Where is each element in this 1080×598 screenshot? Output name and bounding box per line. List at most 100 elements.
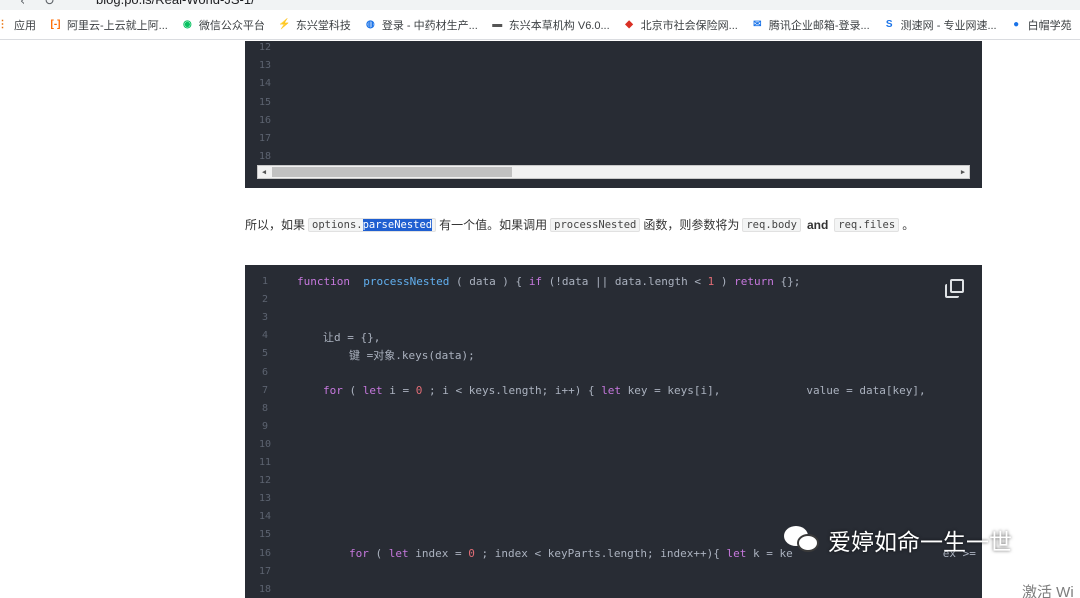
code-line-5: 键 =对象.keys(data);: [349, 349, 475, 362]
bolt-icon: ⚡: [278, 19, 291, 30]
shield-red-icon: ◆: [625, 19, 633, 30]
wechat-watermark: 爱婷如命一生一世: [784, 523, 1012, 557]
line-number: 13: [258, 493, 272, 505]
code-line-1: function processNested ( data ) { if (!d…: [297, 275, 800, 288]
token-plain: index =: [408, 547, 469, 560]
line-number: 18: [258, 583, 272, 595]
bookmark-label: 白帽学苑: [1027, 19, 1072, 32]
bookmark-label: 微信公众平台: [198, 19, 265, 32]
token-plain: ( data ) {: [449, 275, 529, 288]
inline-code-part: options.: [312, 218, 363, 231]
token-plain: ; index < keyParts.length; index++){: [474, 547, 727, 560]
reload-icon[interactable]: ↻: [44, 0, 55, 9]
para-and: and: [806, 217, 829, 232]
inline-code-req-body: req.body: [742, 217, 801, 232]
line-number: 11: [258, 457, 272, 468]
line-number: 8: [261, 402, 269, 414]
hat-icon: ●: [1013, 19, 1020, 30]
bookmark-item[interactable]: ◉ 微信公众平台: [181, 10, 265, 39]
copy-icon-back: [945, 284, 959, 298]
line-number: 15: [258, 529, 272, 541]
inline-code-options: options.parseNested: [308, 217, 437, 232]
token-keyword: let: [362, 384, 383, 397]
line-number: 14: [259, 78, 272, 90]
line-number: 13: [259, 60, 272, 72]
horizontal-scrollbar[interactable]: ◀ ▶: [257, 165, 970, 179]
brand-icon: ▬: [492, 19, 503, 30]
bookmark-label: 东兴堂科技: [295, 19, 351, 32]
address-bar[interactable]: ‹ ↻ blog.po.is/Real-World-JS-1/: [0, 0, 1080, 10]
bookmark-item[interactable]: ◍ 登录 - 中药材生产...: [364, 10, 478, 39]
token-plain: (: [342, 384, 363, 397]
selected-text: parseNested: [362, 218, 433, 231]
bookmark-item[interactable]: ✉ 腾讯企业邮箱-登录...: [751, 10, 870, 39]
bookmark-label: 东兴本草机构 V6.0...: [508, 19, 610, 32]
bookmark-label: 登录 - 中药材生产...: [381, 19, 478, 32]
scroll-right-arrow-icon[interactable]: ▶: [957, 166, 969, 178]
article-paragraph: 所以，如果 options.parseNested 有一个值。如果调用 proc…: [245, 216, 914, 233]
inline-code-processnested: processNested: [550, 217, 641, 232]
line-number: 12: [258, 475, 272, 487]
url-text[interactable]: blog.po.is/Real-World-JS-1/: [96, 0, 255, 10]
token-number: 0: [468, 547, 475, 560]
token-plain: (!data || data.length <: [542, 275, 708, 288]
bookmark-item[interactable]: ⚡ 东兴堂科技: [278, 10, 351, 39]
bookmark-item[interactable]: ⋮ 应用: [0, 10, 36, 39]
token-plain: (: [368, 547, 389, 560]
inline-code-req-files: req.files: [834, 217, 900, 232]
code-line-7: for ( let i = 0 ; i < keys.length; i++) …: [323, 384, 926, 397]
line-number: 4: [261, 330, 269, 342]
token-plain: value = data[key],: [806, 384, 926, 397]
line-number: 16: [258, 547, 272, 559]
token-function-name: processNested: [363, 275, 450, 288]
line-number: 5: [261, 348, 269, 360]
token-keyword: let: [726, 547, 747, 560]
token-plain: ; i < keys.length; i++) {: [422, 384, 602, 397]
token-keyword: return: [734, 275, 774, 288]
para-middle: 有一个值。如果调用: [439, 218, 548, 232]
line-number: 1: [261, 276, 269, 287]
bookmark-label: 应用: [14, 19, 36, 32]
bookmark-label: 腾讯企业邮箱-登录...: [768, 19, 870, 32]
apps-grid-icon: ⋮: [0, 18, 9, 31]
token-keyword: for: [323, 384, 343, 397]
token-keyword: function: [297, 275, 350, 288]
line-number: 17: [258, 565, 272, 577]
para-middle2: 函数，则参数将为: [643, 218, 740, 232]
mail-icon: ✉: [753, 19, 762, 30]
para-prefix: 所以，如果: [245, 218, 306, 232]
token-keyword: if: [528, 275, 543, 288]
aliyun-icon: [-]: [50, 19, 61, 30]
bookmark-item[interactable]: ◆ 北京市社会保险网...: [623, 10, 738, 39]
speed-icon: S: [885, 19, 893, 30]
bookmarks-bar: ⋮ 应用 [-] 阿里云-上云就上阿... ◉ 微信公众平台 ⚡ 东兴堂科技 ◍ 登录 - 中药材…: [0, 10, 1080, 40]
bookmark-item[interactable]: S 测速网 - 专业网速...: [883, 10, 997, 39]
token-plain: i =: [382, 384, 416, 397]
line-number: 12: [259, 42, 272, 53]
token-keyword: let: [601, 384, 622, 397]
scrollbar-thumb[interactable]: [272, 167, 512, 177]
bookmark-item[interactable]: [-] 阿里云-上云就上阿...: [49, 10, 168, 39]
token-plain: ): [714, 275, 735, 288]
token-plain: key = keys[i],: [621, 384, 721, 397]
line-number: 18: [259, 151, 272, 163]
line-number: 9: [261, 420, 269, 432]
bookmark-item[interactable]: ● 白帽学苑: [1010, 10, 1072, 39]
wechat-logo-icon: [784, 524, 824, 556]
code-line-4: 让d = {},: [323, 331, 381, 344]
para-suffix: 。: [902, 218, 915, 232]
code-block-1: ◀ ▶ 12 13 14 15 16 17 18: [245, 41, 982, 188]
bookmark-label: 阿里云-上云就上阿...: [67, 19, 168, 32]
bookmark-item[interactable]: ▬ 东兴本草机构 V6.0...: [491, 10, 610, 39]
scroll-left-arrow-icon[interactable]: ◀: [258, 166, 270, 178]
copy-icon[interactable]: [945, 279, 965, 299]
token-plain: {};: [773, 275, 801, 288]
line-number: 6: [261, 366, 269, 378]
line-number: 15: [259, 96, 272, 108]
back-icon[interactable]: ‹: [20, 0, 25, 9]
line-number: 2: [261, 294, 269, 306]
article-page: ◀ ▶ 12 13 14 15 16 17 18 所以，如果 options.parseNe…: [0, 41, 1080, 598]
activate-windows-text: 激活 Wi: [1022, 584, 1074, 598]
line-number: 3: [261, 312, 269, 324]
watermark-text: 爱婷如命一生一世: [828, 530, 1012, 556]
